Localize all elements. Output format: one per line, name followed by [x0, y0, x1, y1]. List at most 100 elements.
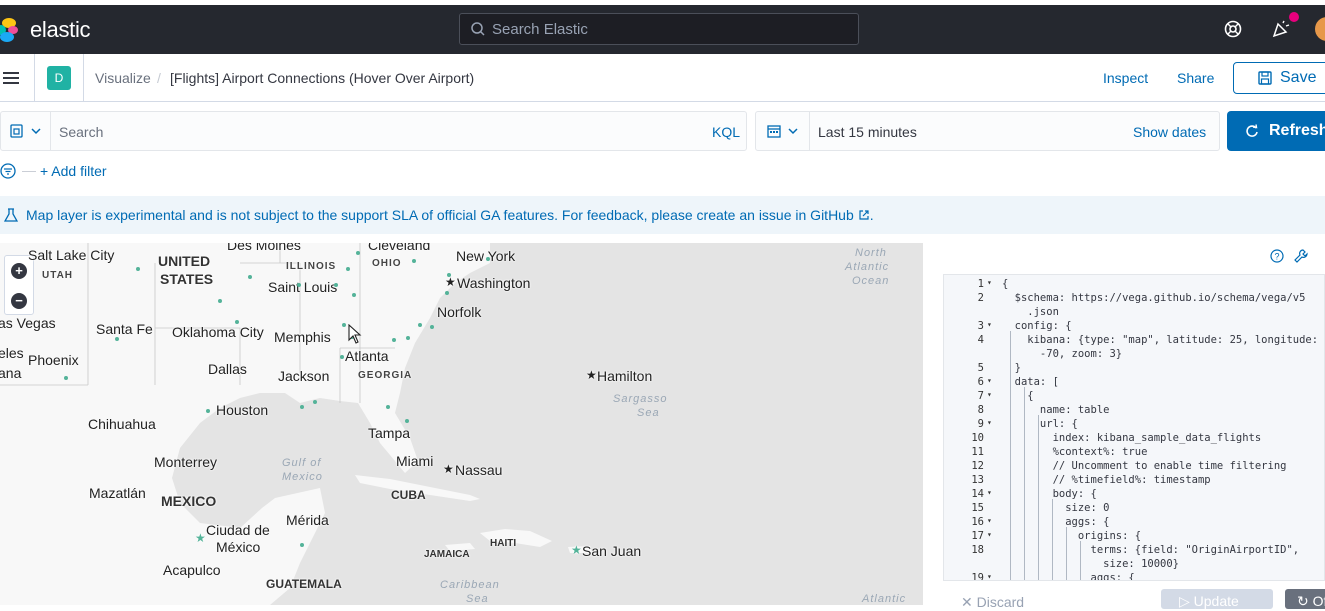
airport-dot[interactable]: [300, 405, 304, 409]
airport-dot[interactable]: [447, 273, 451, 277]
fold-chevron-icon[interactable]: ▾: [987, 572, 992, 580]
airport-dot[interactable]: [235, 320, 239, 324]
zoom-out-icon[interactable]: −: [11, 293, 27, 309]
airport-dot[interactable]: [313, 400, 317, 404]
external-link-icon: [859, 210, 869, 220]
airport-dot[interactable]: [206, 409, 210, 413]
airport-dot[interactable]: [64, 376, 68, 380]
airport-dot[interactable]: [340, 355, 344, 359]
code-line[interactable]: size: 10000}: [944, 558, 1324, 572]
airport-dot[interactable]: [356, 251, 360, 255]
inspect-button[interactable]: Inspect: [1103, 70, 1148, 86]
code-line[interactable]: 9 ▾ url: {: [944, 418, 1324, 432]
code-line[interactable]: 2 $schema: https://vega.github.io/schema…: [944, 292, 1324, 306]
share-button[interactable]: Share: [1177, 70, 1214, 86]
airport-dot[interactable]: [346, 267, 350, 271]
wrench-icon[interactable]: [1293, 248, 1309, 264]
time-range-text[interactable]: Last 15 minutes: [818, 124, 917, 140]
update-button[interactable]: ▷ Update: [1161, 589, 1273, 609]
map-city-label: Hamilton: [597, 368, 653, 384]
discard-button[interactable]: ✕ Discard: [961, 594, 1024, 611]
airport-dot[interactable]: [445, 291, 449, 295]
capital-star-icon: ★: [586, 368, 597, 382]
show-dates-button[interactable]: Show dates: [1133, 124, 1206, 140]
menu-icon[interactable]: [3, 70, 19, 86]
query-language-button[interactable]: KQL: [712, 124, 740, 140]
code-line[interactable]: 15 size: 0: [944, 502, 1324, 516]
auto-apply-toggle[interactable]: ↻ Of: [1285, 589, 1325, 609]
code-text: // %timefield%: timestamp: [1002, 474, 1211, 486]
help-circle-icon[interactable]: ?: [1270, 249, 1284, 263]
code-editor[interactable]: 1 ▾{2 $schema: https://vega.github.io/sch…: [943, 274, 1325, 581]
refresh-button[interactable]: Refresh: [1227, 111, 1325, 151]
map-country-label: MEXICO: [161, 493, 217, 509]
code-line[interactable]: .json: [944, 306, 1324, 320]
airport-dot[interactable]: [406, 336, 410, 340]
add-filter-button[interactable]: + Add filter: [40, 163, 107, 179]
airport-dot[interactable]: [334, 283, 338, 287]
refresh-button-label: Refresh: [1269, 122, 1325, 139]
fold-chevron-icon[interactable]: ▾: [987, 376, 992, 385]
code-line[interactable]: 17 ▾ origins: {: [944, 530, 1324, 544]
code-line[interactable]: 10 index: kibana_sample_data_flights: [944, 432, 1324, 446]
save-button[interactable]: Save: [1233, 62, 1325, 94]
filter-icon[interactable]: [0, 163, 16, 179]
airport-dot[interactable]: [352, 293, 356, 297]
mouse-cursor-icon: [348, 324, 362, 344]
code-line[interactable]: 11 %context%: true: [944, 446, 1324, 460]
code-line[interactable]: 7 ▾ {: [944, 390, 1324, 404]
airport-dot[interactable]: [248, 275, 252, 279]
line-number: 1: [977, 278, 984, 290]
fold-chevron-icon[interactable]: ▾: [987, 278, 992, 287]
code-line[interactable]: 12 // Uncomment to enable time filtering: [944, 460, 1324, 474]
airport-dot[interactable]: [430, 325, 434, 329]
date-picker[interactable]: Last 15 minutes Show dates: [755, 111, 1220, 151]
zoom-in-icon[interactable]: +: [11, 263, 27, 279]
airport-dot[interactable]: [136, 267, 140, 271]
map-sea-label: Atlantic: [862, 593, 907, 605]
code-line[interactable]: 4 kibana: {type: "map", latitude: 25, lo…: [944, 334, 1324, 348]
code-line[interactable]: 18 terms: {field: "OriginAirportID",: [944, 544, 1324, 558]
fold-chevron-icon[interactable]: ▾: [987, 320, 992, 329]
user-avatar[interactable]: [1315, 17, 1325, 41]
code-line[interactable]: 16 ▾ aggs: {: [944, 516, 1324, 530]
airport-dot[interactable]: [115, 337, 119, 341]
airport-dot[interactable]: [486, 257, 490, 261]
code-line[interactable]: 14 ▾ body: {: [944, 488, 1324, 502]
map-visualization[interactable]: + − Salt Lake City Des Moines Cleveland …: [0, 243, 923, 605]
query-input[interactable]: Search KQL: [0, 111, 747, 151]
callout-text[interactable]: Map layer is experimental and is not sub…: [26, 207, 854, 223]
airport-dot[interactable]: [405, 419, 409, 423]
airport-dot[interactable]: [392, 338, 396, 342]
airport-dot[interactable]: [418, 323, 422, 327]
code-line[interactable]: 6 ▾ data: [: [944, 376, 1324, 390]
code-line[interactable]: 3 ▾ config: {: [944, 320, 1324, 334]
capital-star-icon: ★: [443, 462, 454, 476]
space-selector[interactable]: D: [47, 66, 71, 90]
code-line[interactable]: 13 // %timefield%: timestamp: [944, 474, 1324, 488]
code-line[interactable]: 8 name: table: [944, 404, 1324, 418]
airport-dot[interactable]: [297, 283, 301, 287]
airport-dot[interactable]: [412, 259, 416, 263]
airport-dot[interactable]: [300, 543, 304, 547]
saved-query-menu-button[interactable]: [1, 112, 51, 150]
fold-chevron-icon[interactable]: ▾: [987, 390, 992, 399]
airport-dot[interactable]: [386, 405, 390, 409]
airport-dot[interactable]: [342, 323, 346, 327]
breadcrumb-visualize[interactable]: Visualize: [95, 70, 151, 86]
global-search-input[interactable]: Search Elastic: [459, 13, 859, 45]
code-line[interactable]: 1 ▾ {: [944, 278, 1324, 292]
airport-dot[interactable]: [218, 299, 222, 303]
code-line[interactable]: 5 }: [944, 362, 1324, 376]
code-line[interactable]: 19 ▾ aggs: {: [944, 572, 1324, 580]
line-number: 5: [977, 362, 984, 374]
news-feed-icon[interactable]: [1271, 19, 1291, 39]
fold-chevron-icon[interactable]: ▾: [987, 488, 992, 497]
code-line[interactable]: -70, zoom: 3}: [944, 348, 1324, 362]
fold-chevron-icon[interactable]: ▾: [987, 418, 992, 427]
elastic-logo[interactable]: elastic: [0, 17, 91, 43]
quick-date-menu-button[interactable]: [756, 112, 810, 150]
fold-chevron-icon[interactable]: ▾: [987, 516, 992, 525]
help-icon[interactable]: [1223, 19, 1243, 39]
fold-chevron-icon[interactable]: ▾: [987, 530, 992, 539]
